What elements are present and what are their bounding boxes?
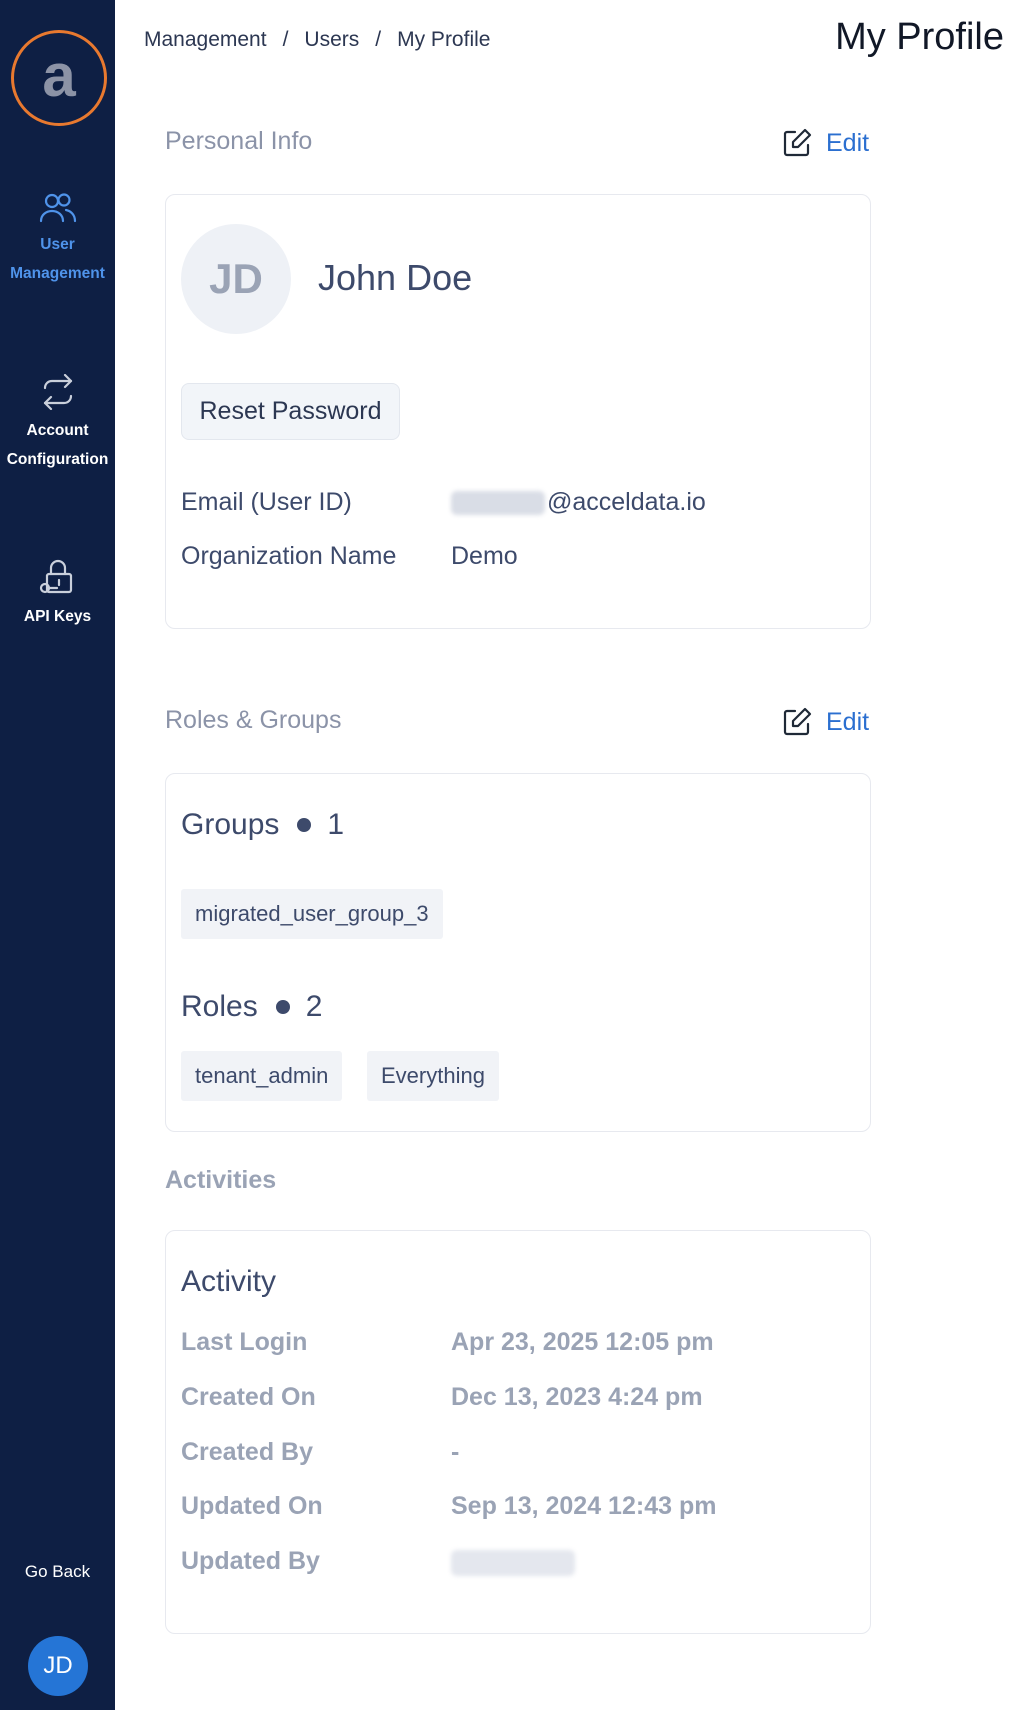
groups-label: Groups: [181, 808, 280, 841]
activity-label-last-login: Last Login: [181, 1328, 308, 1356]
swap-arrows-icon: [43, 374, 72, 410]
app-logo[interactable]: a: [11, 30, 107, 126]
activity-value-created-by: -: [451, 1438, 460, 1466]
section-title-roles-groups: Roles & Groups: [165, 706, 342, 734]
sidebar-item-label: Account: [26, 422, 89, 439]
redacted-updated-by: [451, 1550, 575, 1576]
edit-icon: [783, 128, 812, 157]
edit-label: Edit: [826, 128, 870, 157]
profile-avatar: JD: [181, 224, 291, 334]
breadcrumb-separator: /: [282, 28, 289, 51]
edit-label: Edit: [826, 707, 870, 736]
sidebar-item-user-management[interactable]: User Management: [0, 192, 115, 288]
page-title: My Profile: [835, 16, 1004, 58]
sidebar: a User Management Account Configuration: [0, 0, 115, 1710]
roles-groups-card: Groups 1 migrated_user_group_3 Roles 2 t…: [165, 773, 871, 1132]
role-chip: tenant_admin: [181, 1051, 343, 1101]
breadcrumb-item-users[interactable]: Users: [304, 28, 359, 52]
organization-label: Organization Name: [181, 542, 397, 570]
activity-label-updated-on: Updated On: [181, 1492, 323, 1520]
sidebar-item-api-keys[interactable]: API Keys: [0, 558, 115, 631]
roles-label: Roles: [181, 990, 258, 1023]
edit-roles-groups-button[interactable]: Edit: [782, 707, 869, 737]
sidebar-item-label: API Keys: [23, 608, 92, 625]
section-title-personal-info: Personal Info: [165, 127, 313, 155]
section-title-activities: Activities: [165, 1166, 277, 1194]
reset-password-button[interactable]: Reset Password: [181, 383, 400, 440]
activity-value-updated-on: Sep 13, 2024 12:43 pm: [451, 1492, 717, 1520]
sidebar-item-label: Configuration: [6, 451, 109, 468]
activity-label-updated-by: Updated By: [181, 1547, 320, 1575]
sidebar-item-account-configuration[interactable]: Account Configuration: [0, 374, 115, 474]
roles-heading: Roles 2: [181, 990, 322, 1024]
users-icon: [39, 193, 76, 223]
go-back-link[interactable]: Go Back: [0, 1562, 115, 1582]
email-value: @acceldata.io: [451, 488, 706, 517]
user-avatar[interactable]: JD: [28, 1636, 88, 1696]
personal-info-card: JD John Doe Reset Password Email (User I…: [165, 194, 871, 629]
activity-value-created-on: Dec 13, 2023 4:24 pm: [451, 1383, 703, 1411]
breadcrumb-item-management[interactable]: Management: [144, 28, 267, 52]
edit-icon: [783, 707, 812, 736]
activity-value-updated-by: [451, 1550, 575, 1583]
activity-card: Activity Last Login Apr 23, 2025 12:05 p…: [165, 1230, 871, 1634]
logo-letter: a: [42, 42, 76, 109]
lock-key-icon: [39, 559, 72, 594]
groups-heading: Groups 1: [181, 808, 344, 842]
groups-count: 1: [327, 808, 345, 841]
breadcrumb: Management / Users / My Profile: [144, 28, 490, 52]
user-full-name: John Doe: [318, 257, 473, 298]
bullet-dot: [275, 1000, 290, 1014]
breadcrumb-item-my-profile: My Profile: [397, 28, 491, 51]
sidebar-item-label: Management: [10, 265, 105, 282]
activity-label-created-on: Created On: [181, 1383, 316, 1411]
group-chip: migrated_user_group_3: [181, 889, 443, 939]
email-label: Email (User ID): [181, 488, 352, 516]
email-domain: @acceldata.io: [547, 488, 706, 516]
edit-personal-info-button[interactable]: Edit: [782, 128, 869, 158]
organization-value: Demo: [451, 542, 518, 570]
bullet-dot: [297, 818, 312, 832]
activity-value-last-login: Apr 23, 2025 12:05 pm: [451, 1328, 714, 1356]
roles-count: 2: [305, 990, 323, 1023]
role-chip: Everything: [367, 1051, 499, 1101]
sidebar-item-label: User: [40, 236, 75, 253]
breadcrumb-separator: /: [375, 28, 382, 51]
activity-heading: Activity: [181, 1265, 277, 1298]
redacted-email-username: [451, 491, 545, 516]
activity-label-created-by: Created By: [181, 1438, 313, 1466]
